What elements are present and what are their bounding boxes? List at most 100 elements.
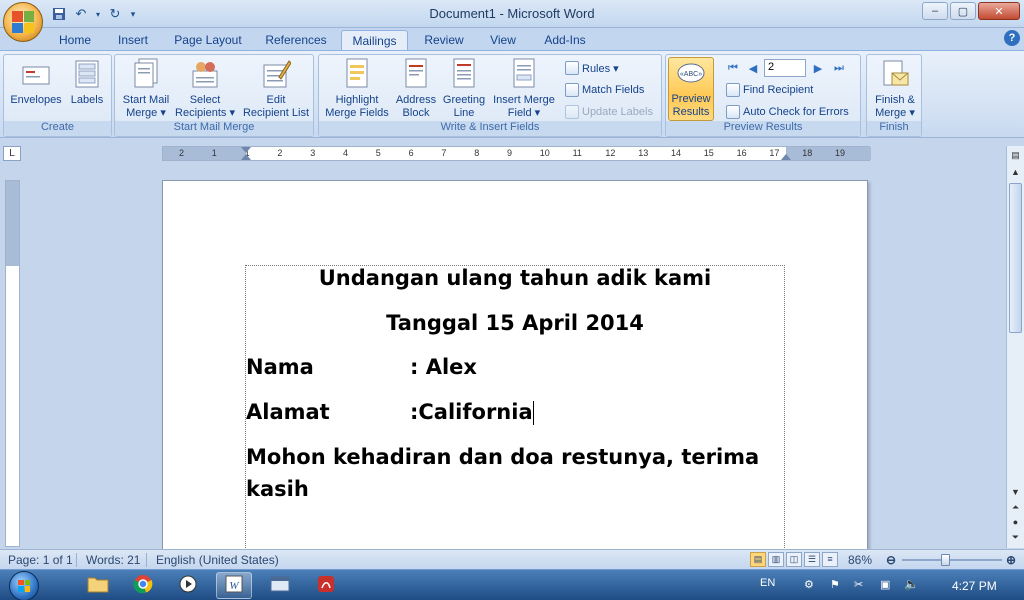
first-record-icon[interactable]: ⏮: [724, 62, 742, 75]
envelopes-button[interactable]: Envelopes: [8, 57, 64, 107]
select-browse-object-icon[interactable]: ●: [1009, 516, 1022, 529]
horizontal-ruler[interactable]: 2 1 1 2 3 4 5 6 7 8 9 10 11 12 13 14 15 16 17 18 19: [162, 146, 871, 161]
vertical-scrollbar[interactable]: ▤ ▲ ▼ ⏶ ● ⏷: [1006, 146, 1024, 548]
finish-merge-button[interactable]: Finish & Merge ▾: [869, 57, 921, 120]
ruler-tick-label: 11: [572, 148, 582, 158]
auto-check-errors-button[interactable]: Auto Check for Errors: [726, 105, 849, 119]
tab-add-ins[interactable]: Add-Ins: [536, 30, 594, 50]
highlight-label-2: Merge Fields: [325, 107, 389, 119]
previous-page-icon[interactable]: ⏶: [1009, 501, 1022, 514]
media-taskbar-button[interactable]: [170, 572, 206, 599]
next-record-icon[interactable]: ▶: [808, 62, 828, 75]
select-recipients-button[interactable]: Select Recipients ▾: [173, 57, 237, 120]
zoom-in-icon[interactable]: ⊕: [1006, 553, 1016, 567]
tray-icon-2[interactable]: ✂: [854, 578, 863, 591]
word-count[interactable]: Words: 21: [86, 553, 140, 567]
acrobat-icon: [316, 574, 336, 597]
greeting-label-2: Line: [453, 107, 475, 119]
window-app-icon: [270, 575, 290, 596]
select-recipients-label-2: Recipients ▾: [175, 107, 235, 119]
preview-results-button[interactable]: «ABC» Preview Results: [668, 57, 714, 121]
office-button[interactable]: [3, 2, 43, 42]
edit-list-icon: [261, 57, 292, 91]
tab-view[interactable]: View: [481, 30, 525, 50]
labels-button[interactable]: Labels: [66, 57, 108, 107]
volume-icon[interactable]: 🔈: [904, 577, 919, 591]
tab-mailings[interactable]: Mailings: [341, 30, 408, 50]
zoom-level[interactable]: 86%: [848, 553, 872, 567]
preview-label-2: Results: [672, 106, 710, 118]
tab-selector[interactable]: L: [3, 146, 21, 161]
explorer-taskbar-button[interactable]: [80, 572, 116, 599]
rules-button[interactable]: Rules ▾: [565, 61, 619, 75]
window-title: Document1 - Microsoft Word: [429, 6, 595, 21]
zoom-out-icon[interactable]: ⊖: [886, 553, 896, 567]
chrome-taskbar-button[interactable]: [125, 572, 161, 599]
group-label-preview: Preview Results: [666, 121, 860, 136]
tab-insert[interactable]: Insert: [108, 30, 158, 50]
window-taskbar-button[interactable]: [262, 572, 298, 599]
start-mail-merge-button[interactable]: Start Mail Merge ▾: [117, 57, 175, 120]
web-layout-icon[interactable]: ◫: [786, 552, 802, 567]
group-label-write: Write & Insert Fields: [319, 121, 661, 136]
update-labels-button[interactable]: Update Labels: [565, 105, 653, 119]
first-line-indent-marker[interactable]: [241, 147, 251, 153]
ruler-tick-label: 14: [671, 148, 682, 158]
tray-icon-1[interactable]: ⚙: [804, 578, 814, 591]
match-fields-icon: [565, 83, 579, 97]
address-block-button[interactable]: Address Block: [393, 57, 439, 120]
record-number-field[interactable]: 2: [764, 59, 806, 77]
greeting-line-button[interactable]: Greeting Line: [440, 57, 488, 120]
insert-merge-field-button[interactable]: Insert Merge Field ▾: [489, 57, 559, 120]
group-preview-results: «ABC» Preview Results ⏮ ◀ 2 ▶ ⏭ Find Rec…: [665, 54, 861, 137]
scroll-up-icon[interactable]: ▲: [1009, 166, 1022, 179]
tab-review[interactable]: Review: [416, 30, 472, 50]
draft-icon[interactable]: ≡: [822, 552, 838, 567]
vertical-ruler[interactable]: [5, 180, 20, 547]
close-button[interactable]: ✕: [978, 2, 1020, 20]
maximize-button[interactable]: ▢: [950, 2, 976, 20]
nama-value: : Alex: [410, 355, 477, 379]
windows-logo-icon: [9, 570, 39, 600]
start-button[interactable]: [3, 570, 45, 600]
word-taskbar-button[interactable]: W: [216, 572, 252, 599]
next-page-icon[interactable]: ⏷: [1009, 531, 1022, 544]
ruler-tick-label: 19: [835, 148, 846, 158]
rules-icon: [565, 61, 579, 75]
zoom-slider-knob[interactable]: [941, 554, 950, 566]
match-fields-button[interactable]: Match Fields: [565, 83, 644, 97]
text-cursor: [532, 401, 534, 425]
zoom-slider[interactable]: [902, 554, 1002, 566]
find-recipient-label: Find Recipient: [743, 84, 814, 96]
last-record-icon[interactable]: ⏭: [830, 62, 848, 75]
full-screen-reading-icon[interactable]: ▥: [768, 552, 784, 567]
minimize-button[interactable]: –: [922, 2, 948, 20]
tab-home[interactable]: Home: [50, 30, 100, 50]
outline-icon[interactable]: ☰: [804, 552, 820, 567]
labels-label: Labels: [70, 94, 104, 106]
clock[interactable]: 4:27 PM: [952, 579, 997, 593]
flag-icon[interactable]: ⚑: [830, 578, 840, 591]
network-icon[interactable]: ▣: [880, 578, 890, 591]
view-ruler-icon[interactable]: ▤: [1009, 149, 1022, 162]
help-icon[interactable]: ?: [1004, 30, 1020, 46]
page-count[interactable]: Page: 1 of 1: [8, 553, 73, 567]
group-finish: Finish & Merge ▾ Finish: [866, 54, 922, 137]
right-indent-marker[interactable]: [781, 154, 791, 160]
alamat-label: Alamat: [246, 400, 330, 424]
tab-references[interactable]: References: [258, 30, 334, 50]
insert-field-icon: [509, 57, 539, 91]
edit-recipient-list-button[interactable]: Edit Recipient List: [239, 57, 313, 120]
auto-check-label: Auto Check for Errors: [743, 106, 849, 118]
scroll-down-icon[interactable]: ▼: [1009, 486, 1022, 499]
previous-record-icon[interactable]: ◀: [744, 62, 762, 75]
print-layout-icon[interactable]: ▤: [750, 552, 766, 567]
tab-page-layout[interactable]: Page Layout: [168, 30, 248, 50]
highlight-merge-fields-button[interactable]: Highlight Merge Fields: [321, 57, 393, 120]
language-indicator[interactable]: English (United States): [156, 553, 279, 567]
find-recipient-button[interactable]: Find Recipient: [726, 83, 813, 97]
left-indent-marker[interactable]: [241, 154, 251, 160]
input-language[interactable]: EN: [760, 577, 775, 589]
acrobat-taskbar-button[interactable]: [308, 572, 344, 599]
scroll-thumb[interactable]: [1009, 183, 1022, 333]
